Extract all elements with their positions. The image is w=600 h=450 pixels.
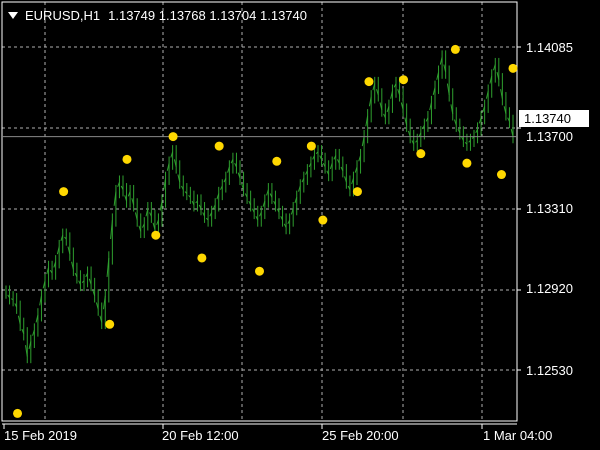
- fractal-marker: [272, 156, 282, 166]
- fractal-marker: [214, 141, 224, 151]
- fractal-marker: [306, 141, 316, 151]
- plot-frame: [1, 1, 518, 422]
- fractal-marker: [462, 158, 472, 168]
- fractal-marker: [151, 230, 161, 240]
- fractal-marker: [59, 187, 69, 197]
- fractal-marker: [13, 408, 23, 418]
- fractal-marker: [352, 187, 362, 197]
- x-tick-label: 15 Feb 2019: [4, 428, 78, 443]
- y-tick-label: 1.12530: [526, 363, 573, 378]
- fractal-marker: [508, 63, 518, 73]
- price-chart[interactable]: [0, 0, 600, 450]
- x-tick-label: 1 Mar 04:00: [483, 428, 553, 443]
- x-tick-label: 25 Feb 20:00: [322, 428, 399, 443]
- fractal-marker: [318, 215, 328, 225]
- chart-window[interactable]: EURUSD,H1 1.13749 1.13768 1.13704 1.1374…: [0, 0, 600, 450]
- fractal-marker: [416, 149, 426, 159]
- y-tick-label: 1.13700: [526, 129, 573, 144]
- fractal-marker: [168, 132, 178, 142]
- current-price-tag: 1.13740: [519, 110, 589, 127]
- fractal-marker: [399, 75, 409, 85]
- symbol-header: EURUSD,H1 1.13749 1.13768 1.13704 1.1374…: [6, 6, 307, 24]
- y-tick-label: 1.14085: [526, 40, 573, 55]
- dropdown-triangle-icon[interactable]: [8, 11, 18, 19]
- fractal-marker: [105, 319, 115, 329]
- ohlc-close: 1.13740: [260, 7, 307, 23]
- fractal-marker: [122, 154, 132, 164]
- y-tick-label: 1.13310: [526, 201, 573, 216]
- ohlc-low: 1.13704: [209, 7, 257, 23]
- ohlc-high: 1.13768: [158, 7, 206, 23]
- fractal-marker: [450, 44, 460, 54]
- fractal-marker: [496, 170, 506, 180]
- x-tick-label: 20 Feb 12:00: [162, 428, 239, 443]
- y-tick-label: 1.12920: [526, 281, 573, 296]
- fractal-marker: [197, 253, 207, 263]
- fractal-marker: [255, 266, 264, 276]
- fractal-marker: [364, 77, 374, 87]
- symbol-timeframe: EURUSD,H1: [25, 7, 101, 23]
- ohlc-open: 1.13749: [108, 7, 156, 23]
